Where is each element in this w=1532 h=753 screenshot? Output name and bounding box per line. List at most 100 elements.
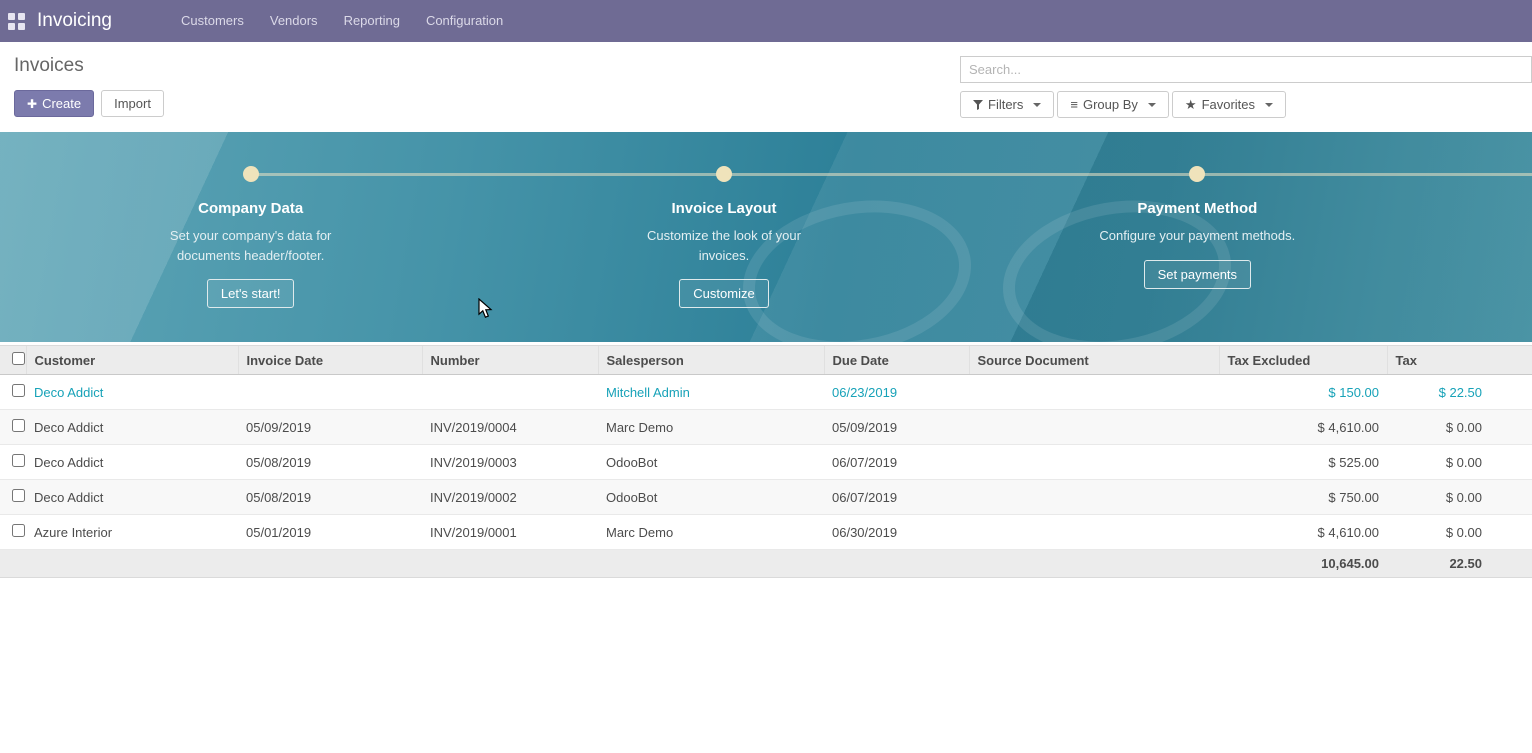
onboarding-banner: Company Data Set your company's data for… [0,132,1532,342]
table-row[interactable]: Deco Addict Mitchell Admin 06/23/2019 $ … [0,375,1532,410]
set-payments-button[interactable]: Set payments [1144,260,1252,289]
cell-salesperson: OdooBot [598,480,824,515]
table-footer-row: 10,645.00 22.50 [0,550,1532,578]
cell-number: INV/2019/0004 [422,410,598,445]
group-by-icon: ≡ [1070,98,1078,111]
row-checkbox[interactable] [12,384,25,397]
column-header-salesperson[interactable]: Salesperson [598,346,824,375]
column-header-customer[interactable]: Customer [26,346,238,375]
cell-number: INV/2019/0003 [422,445,598,480]
customize-button[interactable]: Customize [679,279,768,308]
table-row[interactable]: Deco Addict 05/08/2019 INV/2019/0002 Odo… [0,480,1532,515]
chevron-down-icon [1033,103,1041,107]
table-header-row: Customer Invoice Date Number Salesperson… [0,346,1532,375]
onboarding-step-payment-method: Payment Method Configure your payment me… [961,132,1434,308]
cell-due-date: 06/30/2019 [824,515,969,550]
apps-grid-square [18,23,25,30]
favorites-button-label: Favorites [1202,97,1255,112]
cell-invoice-date: 05/08/2019 [238,445,422,480]
cell-invoice-date: 05/09/2019 [238,410,422,445]
row-checkbox[interactable] [12,454,25,467]
cell-customer: Deco Addict [26,445,238,480]
cell-source-document [969,410,1219,445]
top-navbar: Invoicing Customers Vendors Reporting Co… [0,0,1532,42]
apps-menu-icon[interactable] [8,13,25,30]
step-title: Payment Method [961,200,1434,217]
cell-due-date: 06/07/2019 [824,445,969,480]
cell-salesperson: OdooBot [598,445,824,480]
cell-customer: Azure Interior [26,515,238,550]
cell-source-document [969,445,1219,480]
create-button[interactable]: ✚ Create [14,90,94,117]
step-description: Set your company's data for documents he… [151,226,351,265]
apps-grid-square [18,13,25,20]
app-name[interactable]: Invoicing [37,10,112,32]
row-checkbox[interactable] [12,419,25,432]
column-header-invoice-date[interactable]: Invoice Date [238,346,422,375]
star-icon: ★ [1185,98,1197,111]
cell-number: INV/2019/0002 [422,480,598,515]
menu-vendors[interactable]: Vendors [257,0,331,42]
step-dot-icon [716,166,732,182]
step-dot-icon [243,166,259,182]
column-header-number[interactable]: Number [422,346,598,375]
group-by-button[interactable]: ≡ Group By [1057,91,1169,118]
cell-invoice-date: 05/01/2019 [238,515,422,550]
cell-tax-excluded: $ 150.00 [1219,375,1387,410]
onboarding-step-invoice-layout: Invoice Layout Customize the look of you… [487,132,960,308]
menu-reporting[interactable]: Reporting [331,0,413,42]
cell-due-date: 06/23/2019 [824,375,969,410]
menu-customers[interactable]: Customers [168,0,257,42]
column-header-tax-excluded[interactable]: Tax Excluded [1219,346,1387,375]
cell-source-document [969,375,1219,410]
apps-grid-square [8,13,15,20]
plus-icon: ✚ [27,97,37,111]
column-header-tax[interactable]: Tax [1387,346,1532,375]
column-header-source-document[interactable]: Source Document [969,346,1219,375]
row-checkbox[interactable] [12,489,25,502]
cell-tax: $ 0.00 [1387,445,1532,480]
table-row[interactable]: Deco Addict 05/08/2019 INV/2019/0003 Odo… [0,445,1532,480]
filter-icon [973,100,983,110]
filters-button[interactable]: Filters [960,91,1054,118]
control-panel: Invoices ✚ Create Import Filters ≡ Group… [0,42,1532,132]
cell-salesperson: Mitchell Admin [598,375,824,410]
cell-due-date: 06/07/2019 [824,480,969,515]
apps-grid-square [8,23,15,30]
search-input[interactable] [960,56,1532,83]
table-row[interactable]: Deco Addict 05/09/2019 INV/2019/0004 Mar… [0,410,1532,445]
import-button-label: Import [114,96,151,111]
lets-start-button[interactable]: Let's start! [207,279,295,308]
cell-invoice-date [238,375,422,410]
cell-tax: $ 22.50 [1387,375,1532,410]
cell-source-document [969,480,1219,515]
import-button[interactable]: Import [101,90,164,117]
cell-salesperson: Marc Demo [598,515,824,550]
step-description: Customize the look of your invoices. [644,226,804,265]
cell-tax-excluded: $ 4,610.00 [1219,515,1387,550]
step-title: Invoice Layout [487,200,960,217]
step-dot-icon [1189,166,1205,182]
menu-configuration[interactable]: Configuration [413,0,516,42]
chevron-down-icon [1265,103,1273,107]
table-row[interactable]: Azure Interior 05/01/2019 INV/2019/0001 … [0,515,1532,550]
column-header-due-date[interactable]: Due Date [824,346,969,375]
row-checkbox[interactable] [12,524,25,537]
cell-tax-excluded: $ 525.00 [1219,445,1387,480]
favorites-button[interactable]: ★ Favorites [1172,91,1286,118]
cell-tax-excluded: $ 750.00 [1219,480,1387,515]
cell-invoice-date: 05/08/2019 [238,480,422,515]
cell-customer: Deco Addict [26,410,238,445]
select-all-checkbox[interactable] [12,352,25,365]
step-description: Configure your payment methods. [1077,226,1317,246]
cell-tax: $ 0.00 [1387,515,1532,550]
create-button-label: Create [42,96,81,111]
total-tax: 22.50 [1387,550,1532,578]
group-by-button-label: Group By [1083,97,1138,112]
onboarding-step-company-data: Company Data Set your company's data for… [14,132,487,308]
cell-tax: $ 0.00 [1387,410,1532,445]
cell-due-date: 05/09/2019 [824,410,969,445]
cell-number [422,375,598,410]
total-tax-excluded: 10,645.00 [1219,550,1387,578]
filters-button-label: Filters [988,97,1023,112]
